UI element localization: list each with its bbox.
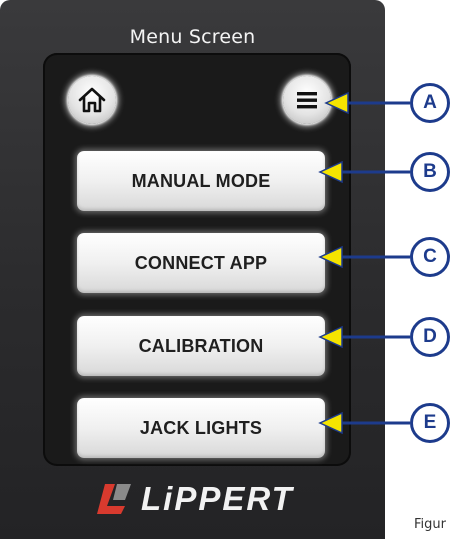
calibration-button[interactable]: CALIBRATION <box>77 316 325 376</box>
connect-app-button[interactable]: CONNECT APP <box>77 233 325 293</box>
menu-button[interactable] <box>283 76 331 124</box>
home-button[interactable] <box>68 76 116 124</box>
lippert-logo-mark <box>97 484 131 514</box>
callout-c: C <box>410 237 450 277</box>
lippert-logo-text: LiPPERT <box>141 480 294 517</box>
lippert-logo: LiPPERT <box>95 478 345 520</box>
callout-e: E <box>410 403 450 443</box>
control-panel-device: Menu Screen MANUAL MODE CONNECT APP CALI… <box>0 0 385 539</box>
jack-lights-button[interactable]: JACK LIGHTS <box>77 398 325 458</box>
jack-lights-label: JACK LIGHTS <box>139 417 263 438</box>
callout-d: D <box>410 317 450 357</box>
hamburger-menu-icon <box>291 84 323 116</box>
screen-title: Menu Screen <box>129 26 256 48</box>
manual-mode-label: MANUAL MODE <box>131 170 271 191</box>
calibration-label: CALIBRATION <box>138 335 264 356</box>
callout-a: A <box>410 83 450 123</box>
callout-b: B <box>410 152 450 192</box>
connect-app-label: CONNECT APP <box>134 252 268 273</box>
figure-caption: Figur <box>414 517 446 532</box>
manual-mode-button[interactable]: MANUAL MODE <box>77 151 325 211</box>
home-icon <box>76 84 108 116</box>
